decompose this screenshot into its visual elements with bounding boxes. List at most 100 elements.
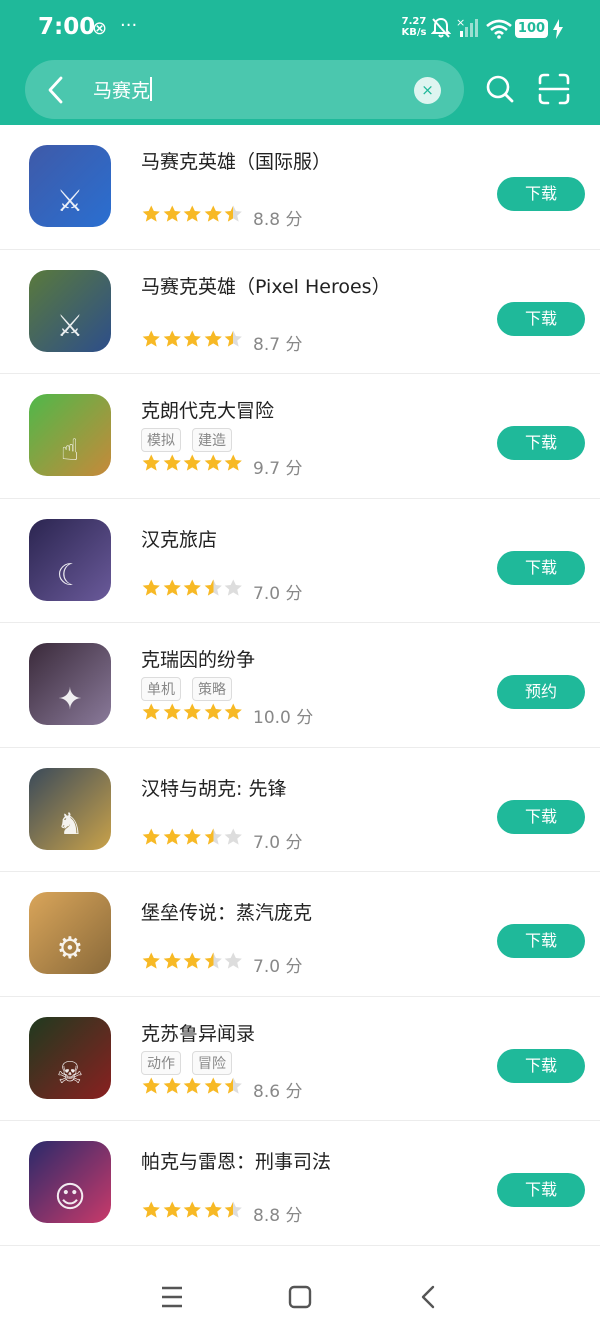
star-icon (142, 1201, 160, 1218)
star-icon (224, 330, 242, 347)
download-button[interactable]: 下载 (497, 301, 585, 336)
star-icon (183, 454, 201, 471)
star-icon (183, 828, 201, 845)
app-list-item[interactable]: ☺ 帕克与雷恩：刑事司法 8.8 分 下载 (0, 1121, 600, 1246)
wifi-icon (486, 19, 512, 39)
app-name[interactable]: 马赛克英雄（Pixel Heroes） (141, 272, 391, 299)
app-name[interactable]: 克瑞因的纷争 (141, 645, 255, 672)
star-icon (224, 952, 242, 969)
app-tag: 模拟 (141, 428, 181, 452)
back-icon[interactable] (416, 1284, 442, 1310)
download-button[interactable]: 下载 (497, 924, 585, 958)
app-list-item[interactable]: ☠ 克苏鲁异闻录 动作 冒险 8.6 分 下载 (0, 997, 600, 1121)
star-icon (183, 1201, 201, 1218)
download-button[interactable]: 下载 (497, 426, 585, 460)
star-icon (163, 952, 181, 969)
fortress-legend-icon[interactable]: ⚙ (29, 892, 111, 974)
parker-lane-icon[interactable]: ☺ (29, 1141, 111, 1223)
more-notifications-icon: ··· (120, 15, 138, 36)
menu-icon[interactable] (159, 1284, 185, 1310)
hunter-hook-icon[interactable]: ♞ (29, 767, 111, 850)
star-icon (224, 205, 242, 222)
top-bar: 7:00 ⊗ ··· 7.27 KB/s × 100 马赛克 × (0, 0, 600, 125)
app-name[interactable]: 汉克旅店 (141, 525, 217, 552)
star-icon (142, 828, 160, 845)
star-icon (183, 703, 201, 720)
app-list-item[interactable]: ⚔ 马赛克英雄（国际服） 8.8 分 下载 (0, 125, 600, 250)
star-icon (163, 205, 181, 222)
star-icon (163, 703, 181, 720)
star-icon (224, 1077, 242, 1094)
star-icon (204, 330, 222, 347)
star-icon (183, 1077, 201, 1094)
rating-stars (141, 329, 244, 349)
klondike-icon[interactable]: ☝ (29, 394, 111, 476)
pixel-hero-icon[interactable]: ⚔ (29, 145, 111, 227)
star-icon (204, 579, 222, 596)
clear-search-button[interactable]: × (414, 77, 441, 104)
app-score: 8.6 分 (253, 1081, 303, 1102)
cthulhu-icon[interactable]: ☠ (29, 1016, 111, 1099)
back-arrow-icon[interactable] (40, 73, 74, 107)
rating-stars (141, 827, 244, 847)
home-icon[interactable] (287, 1284, 313, 1310)
app-list-item[interactable]: ⚙ 堡垒传说：蒸汽庞克 7.0 分 下载 (0, 872, 600, 997)
search-icon[interactable] (483, 72, 517, 106)
download-button[interactable]: 下载 (497, 799, 585, 834)
app-score: 7.0 分 (253, 583, 303, 604)
download-button[interactable]: 下载 (497, 550, 585, 585)
charging-icon (553, 19, 563, 39)
app-name[interactable]: 马赛克英雄（国际服） (141, 147, 331, 174)
star-icon (142, 330, 160, 347)
scan-icon[interactable] (537, 72, 571, 106)
text-cursor (150, 77, 152, 101)
app-score: 8.7 分 (253, 334, 303, 355)
pixel-heroes-icon[interactable]: ⚔ (29, 269, 111, 352)
app-name[interactable]: 帕克与雷恩：刑事司法 (141, 1147, 331, 1174)
app-list-item[interactable]: ♞ 汉特与胡克: 先锋 7.0 分 下载 (0, 748, 600, 872)
download-button[interactable]: 下载 (497, 1048, 585, 1083)
app-name[interactable]: 汉特与胡克: 先锋 (141, 774, 286, 801)
app-tags: 单机 策略 (141, 677, 232, 701)
battery-indicator: 100 (515, 19, 548, 38)
app-name[interactable]: 堡垒传说：蒸汽庞克 (141, 898, 312, 925)
app-list-item[interactable]: ✦ 克瑞因的纷争 单机 策略 10.0 分 预约 (0, 623, 600, 748)
app-score: 7.0 分 (253, 957, 303, 977)
app-notification-icon: ⊗ (92, 18, 108, 39)
reserve-button[interactable]: 预约 (497, 675, 585, 709)
app-list-item[interactable]: ☾ 汉克旅店 7.0 分 下载 (0, 499, 600, 623)
app-score: 9.7 分 (253, 459, 303, 479)
app-list-item[interactable]: ⚔ 马赛克英雄（Pixel Heroes） 8.7 分 下载 (0, 250, 600, 374)
star-icon (142, 579, 160, 596)
app-name[interactable]: 克朗代克大冒险 (141, 396, 274, 423)
download-button[interactable]: 下载 (497, 177, 585, 211)
search-bar[interactable] (25, 60, 464, 119)
rating-stars (141, 1076, 244, 1096)
app-icon-glyph: ☠ (56, 1055, 84, 1091)
status-bar: 7:00 ⊗ ··· 7.27 KB/s × 100 (0, 0, 600, 58)
hank-inn-icon[interactable]: ☾ (29, 518, 111, 601)
star-icon (163, 579, 181, 596)
star-icon (142, 454, 160, 471)
search-input[interactable]: 马赛克 (93, 76, 150, 103)
app-tag: 策略 (192, 677, 232, 701)
star-icon (204, 1201, 222, 1218)
star-icon (204, 454, 222, 471)
star-icon (183, 205, 201, 222)
star-icon (142, 952, 160, 969)
krein-dispute-icon[interactable]: ✦ (29, 643, 111, 725)
star-icon (163, 330, 181, 347)
star-icon (183, 330, 201, 347)
app-name[interactable]: 克苏鲁异闻录 (141, 1019, 255, 1046)
app-icon-glyph: ⚔ (56, 308, 84, 344)
star-icon (183, 952, 201, 969)
rating-stars (141, 702, 244, 722)
rating-stars (141, 204, 244, 224)
app-icon-glyph: ⚔ (56, 184, 84, 219)
app-list-item[interactable]: ☝ 克朗代克大冒险 模拟 建造 9.7 分 下载 (0, 374, 600, 499)
star-icon (142, 703, 160, 720)
download-button[interactable]: 下载 (497, 1173, 585, 1207)
svg-text:×: × (456, 17, 465, 29)
mute-bell-icon (431, 17, 451, 38)
app-tag: 冒险 (192, 1050, 232, 1075)
